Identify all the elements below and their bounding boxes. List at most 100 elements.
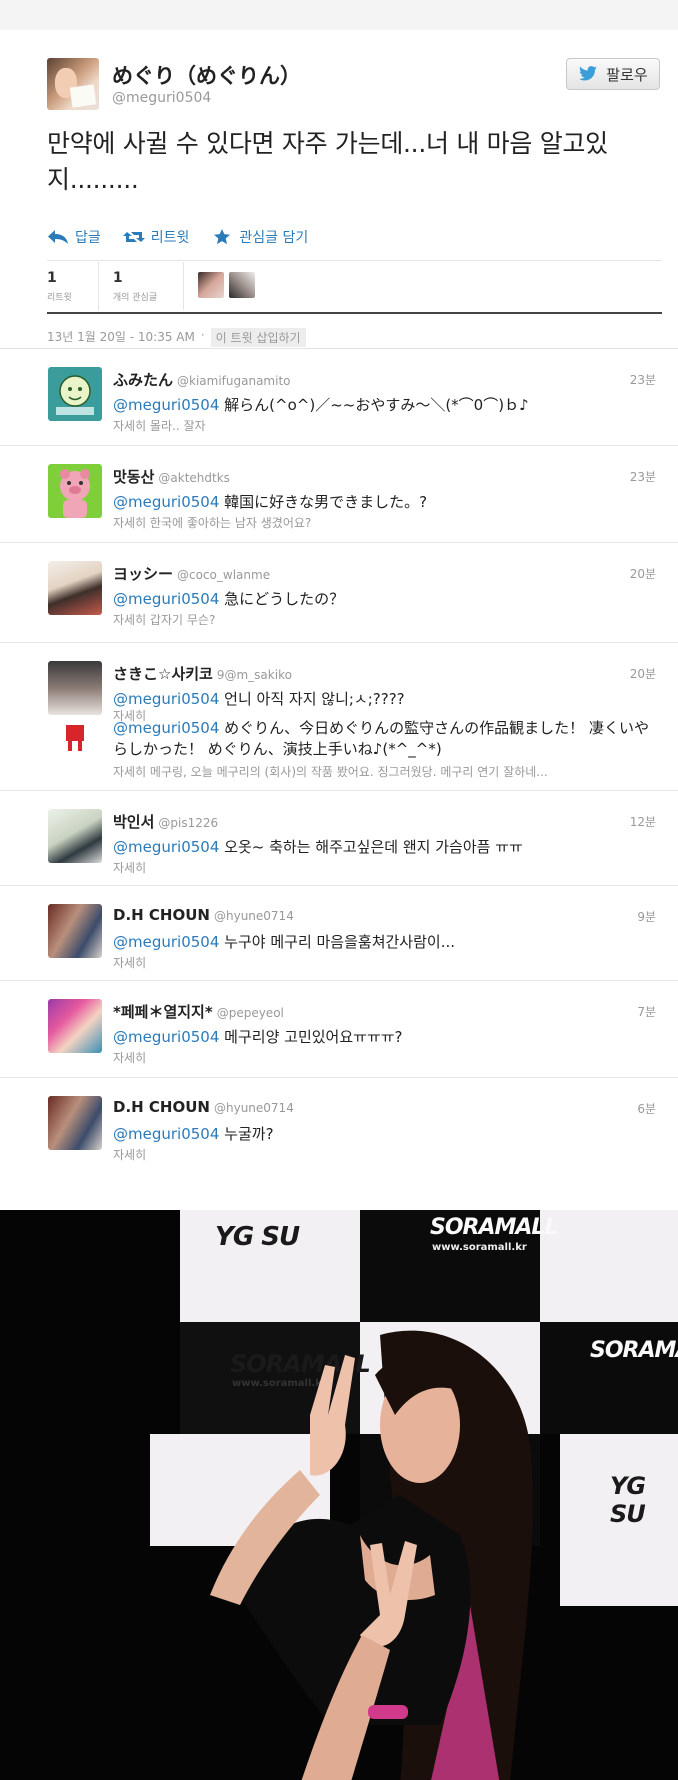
mention-link[interactable]: @meguri0504 <box>113 1028 219 1046</box>
reply-avatar-secondary[interactable] <box>48 723 102 753</box>
reply-body: 오옷~ 축하는 해주고싶은데 왠지 가슴아픔 ㅠㅠ <box>224 838 523 856</box>
reply-avatar[interactable] <box>48 561 102 615</box>
author-display-name[interactable]: めぐり（めぐりん） <box>112 60 301 90</box>
mention-link[interactable]: @meguri0504 <box>113 933 219 951</box>
reply-action[interactable]: 답글 <box>47 226 101 248</box>
reply-body: 메구리양 고민있어요ㅠㅠㅠ? <box>224 1028 403 1046</box>
reply-name: *페페＊열지지* <box>113 1003 213 1021</box>
reply-item[interactable]: ふみたん @kiamifuganamito 23분 @meguri0504 解らん… <box>0 349 678 446</box>
page: めぐり（めぐりん） @meguri0504 팔로우 만약에 사귈 수 있다면 자… <box>0 0 678 1780</box>
follow-button[interactable]: 팔로우 <box>566 58 660 90</box>
reply-time[interactable]: 7분 <box>637 1003 656 1020</box>
star-icon <box>214 229 231 245</box>
reply-translation[interactable]: 자세히 <box>113 859 146 876</box>
mention-link[interactable]: @meguri0504 <box>113 1125 219 1143</box>
reply-author[interactable]: 맛동산 @aktehdtks <box>113 466 230 487</box>
reply-handle: @coco_wlanme <box>177 568 271 582</box>
stats-top-divider <box>47 260 662 261</box>
reply-body: 急にどうしたの？ <box>224 590 345 608</box>
ygosu-logo: YG SU <box>610 1472 646 1528</box>
reply-body: 언니 아직 자지 않니;ㅅ;???? <box>224 690 405 708</box>
reply-text: @meguri0504 메구리양 고민있어요ㅠㅠㅠ? <box>113 1026 403 1047</box>
favoriter-avatar[interactable] <box>229 272 256 298</box>
event-photo: YG SU SORAMALL www.soramall.kr SORAMALL … <box>0 1210 678 1780</box>
avatar-paper <box>69 84 97 108</box>
soramall-url: www.soramall.kr <box>432 1242 527 1253</box>
retweet-count: 1 <box>47 270 57 286</box>
embed-tweet-link[interactable]: 이 트윗 삽입하기 <box>210 328 306 347</box>
reply-handle: 9@m_sakiko <box>216 668 292 682</box>
mention-link[interactable]: @meguri0504 <box>113 590 219 608</box>
reply-text: @meguri0504 누구야 메구리 마음을훔쳐간사람이... <box>113 931 455 952</box>
reply-item[interactable]: D.H CHOUN @hyune0714 9분 @meguri0504 누구야 메… <box>0 886 678 981</box>
reply-author[interactable]: さきこ☆사키코 9@m_sakiko <box>113 663 292 684</box>
reply-name: D.H CHOUN <box>113 1098 210 1116</box>
mention-link[interactable]: @meguri0504 <box>113 719 219 737</box>
reply-handle: @pepeyeol <box>216 1006 284 1020</box>
retweet-action[interactable]: 리트윗 <box>122 226 189 248</box>
reply-item[interactable]: 박인서 @pis1226 12분 @meguri0504 오옷~ 축하는 해주고싶… <box>0 791 678 886</box>
favorite-stat-label: 개의 관심글 <box>112 293 158 303</box>
reply-time[interactable]: 20분 <box>630 665 656 682</box>
reply-author[interactable]: 박인서 @pis1226 <box>113 811 218 832</box>
reply-item[interactable]: D.H CHOUN @hyune0714 6분 @meguri0504 누굴까? … <box>0 1078 678 1211</box>
replies-list: ふみたん @kiamifuganamito 23분 @meguri0504 解らん… <box>0 348 678 1210</box>
reply-translation[interactable]: 자세히 메구링, 오늘 메구리의 (회사)의 작품 봤어요. 징그러웠당. 메구… <box>113 763 673 780</box>
mention-link[interactable]: @meguri0504 <box>113 838 219 856</box>
tweet-card: めぐり（めぐりん） @meguri0504 팔로우 만약에 사귈 수 있다면 자… <box>0 30 678 348</box>
top-strip <box>0 0 678 30</box>
reply-item[interactable]: *페페＊열지지* @pepeyeol 7분 @meguri0504 메구리양 고민… <box>0 981 678 1078</box>
reply-author[interactable]: *페페＊열지지* @pepeyeol <box>113 1001 284 1022</box>
reply-author[interactable]: D.H CHOUN @hyune0714 <box>113 906 294 924</box>
reply-author[interactable]: D.H CHOUN @hyune0714 <box>113 1098 294 1116</box>
favoriter-avatar[interactable] <box>198 272 225 298</box>
follow-label: 팔로우 <box>606 65 648 84</box>
stats-bottom-divider <box>47 312 662 314</box>
reply-body: 解らん(^o^)／~~おやすみ～＼(*⌒0⌒)ｂ♪ <box>224 396 529 414</box>
reply-translation[interactable]: 자세히 <box>113 1049 146 1066</box>
reply-text: @meguri0504 韓国に好きな男できました。? <box>113 491 427 512</box>
reply-avatar[interactable] <box>48 809 102 863</box>
reply-translation[interactable]: 자세히 한국에 좋아하는 남자 생겼어요? <box>113 514 311 531</box>
reply-time[interactable]: 23분 <box>630 468 656 485</box>
author-avatar[interactable] <box>47 58 99 110</box>
reply-translation[interactable]: 자세히 <box>113 1146 146 1163</box>
reply-avatar[interactable] <box>48 1096 102 1150</box>
favorite-stat[interactable]: 1 개의 관심글 <box>112 262 185 310</box>
reply-avatar[interactable] <box>48 999 102 1053</box>
reply-handle: @kiamifuganamito <box>177 374 291 388</box>
reply-body: 누구야 메구리 마음을훔쳐간사람이... <box>224 933 456 951</box>
reply-time[interactable]: 12분 <box>630 813 656 830</box>
tweet-timestamp[interactable]: 13년 1월 20일 - 10:35 AM <box>47 328 195 347</box>
reply-text: @meguri0504 오옷~ 축하는 해주고싶은데 왠지 가슴아픔 ㅠㅠ <box>113 836 523 857</box>
ygosu-logo: YG SU <box>215 1222 300 1252</box>
favorite-label: 관심글 담기 <box>239 230 309 246</box>
reply-item[interactable]: ヨッシー @coco_wlanme 20분 @meguri0504 急にどうしたの… <box>0 543 678 643</box>
reply-translation[interactable]: 자세히 몰라.. 잘자 <box>113 417 206 434</box>
reply-author[interactable]: ふみたん @kiamifuganamito <box>113 369 291 390</box>
reply-avatar[interactable] <box>48 661 102 715</box>
reply-avatar[interactable] <box>48 904 102 958</box>
retweet-stat[interactable]: 1 리트윗 <box>47 262 99 310</box>
reply-item[interactable]: 맛동산 @aktehdtks 23분 @meguri0504 韓国に好きな男できま… <box>0 446 678 543</box>
author-screen-name[interactable]: @meguri0504 <box>112 90 211 106</box>
reply-time[interactable]: 20분 <box>630 565 656 582</box>
reply-time[interactable]: 23분 <box>630 371 656 388</box>
reply-author[interactable]: ヨッシー @coco_wlanme <box>113 563 270 584</box>
reply-avatar[interactable] <box>48 367 102 421</box>
reply-avatar[interactable] <box>48 464 102 518</box>
reply-translation[interactable]: 자세히 갑자기 무슨? <box>113 611 215 628</box>
reply-handle: @pis1226 <box>158 816 219 830</box>
reply-translation[interactable]: 자세히 <box>113 954 146 971</box>
reply-time[interactable]: 6분 <box>637 1100 656 1117</box>
favorite-action[interactable]: 관심글 담기 <box>211 226 308 248</box>
reply-text: @meguri0504 解らん(^o^)／~~おやすみ～＼(*⌒0⌒)ｂ♪ <box>113 394 529 415</box>
reply-item[interactable]: さきこ☆사키코 9@m_sakiko 20분 @meguri0504 언니 아직 … <box>0 643 678 791</box>
favorite-count: 1 <box>112 270 123 286</box>
retweet-icon <box>122 232 145 242</box>
mention-link[interactable]: @meguri0504 <box>113 690 219 708</box>
mention-link[interactable]: @meguri0504 <box>113 493 219 511</box>
mention-link[interactable]: @meguri0504 <box>113 396 219 414</box>
reply-time[interactable]: 9분 <box>637 908 656 925</box>
tweet-actions: 답글 리트윗 관심글 담기 <box>47 226 308 248</box>
